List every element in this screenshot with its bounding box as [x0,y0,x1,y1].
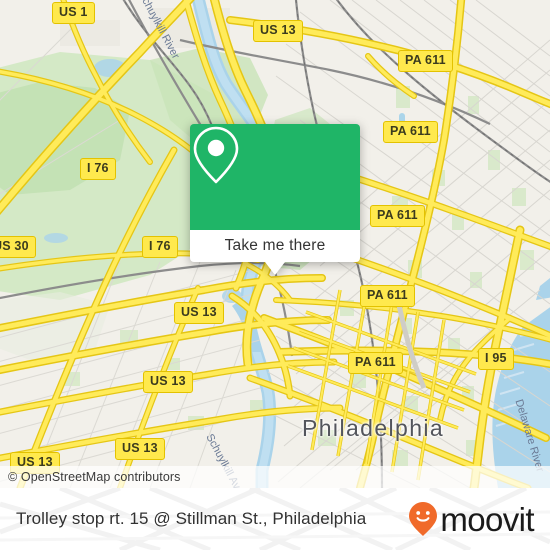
road-shield: I 95 [478,348,514,370]
road-shield: I 76 [80,158,116,180]
map-popup-card[interactable]: Take me there [190,124,360,275]
location-pin-icon [193,126,239,184]
screenshot-root: US 1 US 13 PA 611 PA 611 I 76 PA 611 I 7… [0,0,550,550]
osm-attribution-text[interactable]: © OpenStreetMap contributors [0,470,181,484]
road-shield: I 76 [142,236,178,258]
popup-icon-area [190,124,360,230]
road-shield: PA 611 [348,352,403,374]
road-shield: US 13 [115,438,165,460]
take-me-there-label: Take me there [224,237,326,254]
road-shield: US 13 [174,302,224,324]
road-shield: US 13 [253,20,303,42]
take-me-there-button[interactable]: Take me there [190,230,360,275]
road-shield: US 1 [52,2,95,24]
city-label-philadelphia: Philadelphia [302,415,445,441]
moovit-brand[interactable]: moovit [408,500,535,538]
map-attribution-bar: © OpenStreetMap contributors [0,466,550,488]
moovit-wordmark: moovit [440,500,534,538]
place-title: Trolley stop rt. 15 @ Stillman St., Phil… [16,509,367,528]
road-shield: US 30 [0,236,36,258]
popup-tail [265,262,285,275]
map-canvas[interactable]: US 1 US 13 PA 611 PA 611 I 76 PA 611 I 7… [0,0,550,488]
road-shield: PA 611 [370,205,425,227]
footer-bar: Trolley stop rt. 15 @ Stillman St., Phil… [0,488,550,550]
road-shield: PA 611 [360,285,415,307]
road-shield: PA 611 [383,121,438,143]
moovit-smiley-pin-icon [409,502,438,536]
road-shield: PA 611 [398,50,453,72]
road-shield: US 13 [143,371,193,393]
